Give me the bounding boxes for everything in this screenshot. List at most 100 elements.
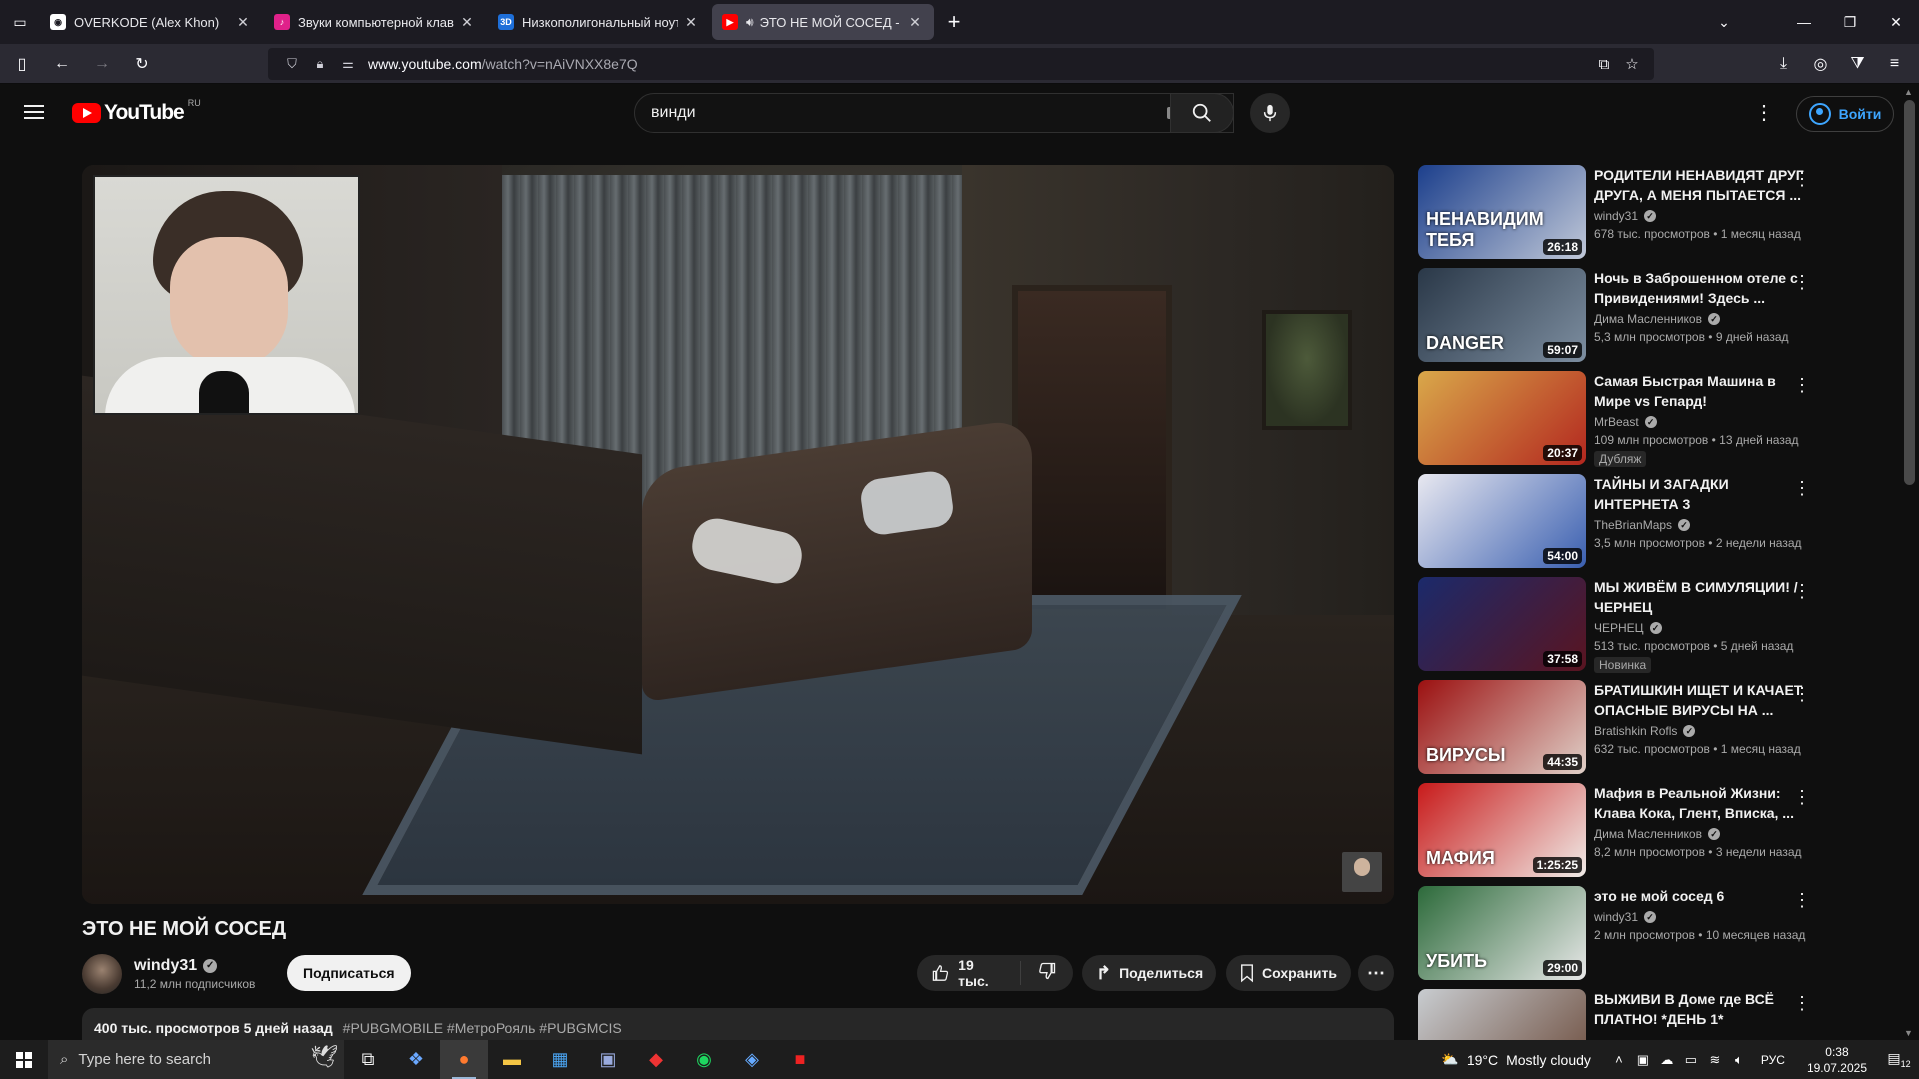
clock[interactable]: 0:38 19.07.2025 (1807, 1044, 1867, 1076)
new-tab-button[interactable]: + (936, 4, 972, 40)
like-button[interactable]: 19 тыс. (917, 957, 1021, 989)
picture-in-picture-icon[interactable]: ⧉ (1590, 56, 1618, 73)
restore-icon[interactable]: ❐ (1827, 0, 1873, 44)
search-input[interactable]: винди ✕ (634, 93, 1234, 133)
recommendation-item[interactable]: ДЕНЬ 1ВЫЖИВИ В Доме где ВСЁ ПЛАТНО! *ДЕН… (1418, 989, 1818, 1040)
browser-tab[interactable]: ♪ Звуки компьютерной клавиат✕ (264, 4, 486, 40)
recommendation-title[interactable]: Мафия в Реальной Жизни: Клава Кока, Глен… (1594, 783, 1804, 823)
video-thumbnail[interactable]: 20:37 (1418, 371, 1586, 465)
language-indicator[interactable]: РУС (1761, 1053, 1785, 1067)
recommendation-title[interactable]: ТАЙНЫ И ЗАГАДКИ ИНТЕРНЕТА 3 (1594, 474, 1804, 514)
more-vertical-icon[interactable]: ⋮ (1792, 684, 1812, 705)
url-bar[interactable]: ⛉ 🔒︎ ⚌ www.youtube.com/watch?v=nAiVNXX8e… (268, 48, 1654, 80)
recommendation-title[interactable]: МЫ ЖИВЁМ В СИМУЛЯЦИИ! / ЧЕРНЕЦ (1594, 577, 1804, 617)
close-tab-icon[interactable]: ✕ (682, 14, 700, 31)
page-scrollbar[interactable]: ▲ ▼ (1900, 85, 1919, 1040)
more-vertical-icon[interactable]: ⋮ (1792, 890, 1812, 911)
microsoft-store-icon[interactable]: ▦ (536, 1040, 584, 1079)
scrollbar-thumb[interactable] (1904, 100, 1915, 485)
recommendation-channel[interactable]: Bratishkin Rofls ✓ (1594, 724, 1804, 738)
weather-widget[interactable]: ⛅ 19°C Mostly cloudy (1441, 1051, 1591, 1068)
recommendation-channel[interactable]: windy31 ✓ (1594, 209, 1804, 223)
close-tab-icon[interactable]: ✕ (458, 14, 476, 31)
subscribe-button[interactable]: Подписаться (287, 955, 411, 991)
channel-name[interactable]: windy31 ✓ (134, 957, 255, 975)
video-thumbnail[interactable]: НЕНАВИДИМ ТЕБЯ 26:18 (1418, 165, 1586, 259)
recommendation-item[interactable]: 37:58 МЫ ЖИВЁМ В СИМУЛЯЦИИ! / ЧЕРНЕЦ ЧЕРНЕ… (1418, 577, 1818, 680)
video-thumbnail[interactable]: 54:00 (1418, 474, 1586, 568)
downloads-icon[interactable]: ⤓ (1765, 55, 1802, 73)
recommendation-title[interactable]: БРАТИШКИН ИЩЕТ И КАЧАЕТ ОПАСНЫЕ ВИРУСЫ Н… (1594, 680, 1804, 720)
voice-search-button[interactable] (1250, 93, 1290, 133)
firefox-icon[interactable]: ● (440, 1040, 488, 1079)
recommendation-channel[interactable]: windy31 ✓ (1594, 910, 1804, 924)
close-tab-icon[interactable]: ✕ (906, 14, 924, 31)
speaker-icon[interactable]: 🔊︎ (746, 15, 754, 30)
recommendation-item[interactable]: МАФИЯ 1:25:25 Мафия в Реальной Жизни: Клав… (1418, 783, 1818, 886)
recommendation-title[interactable]: Самая Быстрая Машина в Мире vs Гепард! (1594, 371, 1804, 411)
menu-icon[interactable]: ≡ (1876, 55, 1913, 73)
video-thumbnail[interactable]: УБИТЬ 29:00 (1418, 886, 1586, 980)
shield-icon[interactable]: ⛉ (278, 56, 306, 72)
more-vertical-icon[interactable]: ⋮ (1792, 581, 1812, 602)
recommendation-title[interactable]: РОДИТЕЛИ НЕНАВИДЯТ ДРУГ ДРУГА, А МЕНЯ ПЫ… (1594, 165, 1804, 205)
video-player[interactable] (82, 165, 1394, 904)
forward-arrow-icon[interactable]: → (84, 48, 120, 80)
recommendation-channel[interactable]: MrBeast ✓ (1594, 415, 1804, 429)
sidebar-toggle-icon[interactable]: ▯ (4, 48, 40, 80)
recommendation-title[interactable]: ВЫЖИВИ В Доме где ВСЁ ПЛАТНО! *ДЕНЬ 1* (1594, 989, 1804, 1029)
more-vertical-icon[interactable]: ⋮ (1792, 272, 1812, 293)
browser-tab[interactable]: ▶ 🔊︎ ЭТО НЕ МОЙ СОСЕД - You✕ (712, 4, 934, 40)
cloud-icon[interactable]: ☁ (1655, 1052, 1679, 1068)
share-button[interactable]: ↱ Поделиться (1082, 955, 1216, 991)
permissions-icon[interactable]: ⚌ (334, 56, 362, 72)
copilot-icon[interactable]: ❖ (392, 1040, 440, 1079)
search-query-text[interactable]: винди (651, 104, 1167, 122)
url-text[interactable]: www.youtube.com/watch?v=nAiVNXX8e7Q (368, 56, 638, 72)
more-vertical-icon[interactable]: ⋮ (1792, 993, 1812, 1014)
recommendation-item[interactable]: 20:37 Самая Быстрая Машина в Мире vs Гепа… (1418, 371, 1818, 474)
browser-tab[interactable]: ◉ OVERKODE (Alex Khon) ✕ (40, 4, 262, 40)
app-icon[interactable]: ▣ (584, 1040, 632, 1079)
recommendation-item[interactable]: DANGER 59:07 Ночь в Заброшенном отеле с Пр… (1418, 268, 1818, 371)
more-actions-button[interactable]: ⋯ (1358, 955, 1394, 991)
extensions-icon[interactable]: ⧩ (1839, 55, 1876, 73)
browser-tab[interactable]: 3D Низкополигональный ноутбук✕ (488, 4, 710, 40)
scroll-up-icon[interactable]: ▲ (1904, 87, 1913, 97)
account-icon[interactable]: ◎ (1802, 54, 1839, 74)
save-button[interactable]: Сохранить (1226, 955, 1351, 991)
recommendation-channel[interactable]: TheBrianMaps ✓ (1594, 518, 1804, 532)
bookmark-star-icon[interactable]: ☆ (1618, 55, 1646, 73)
video-thumbnail[interactable]: DANGER 59:07 (1418, 268, 1586, 362)
recommendation-item[interactable]: УБИТЬ 29:00 это не мой сосед 6 windy31 ✓ 2 мл… (1418, 886, 1818, 989)
file-explorer-icon[interactable]: ▬ (488, 1040, 536, 1079)
recommendation-item[interactable]: ВИРУСЫ 44:35 БРАТИШКИН ИЩЕТ И КАЧАЕТ ОПАСН… (1418, 680, 1818, 783)
recommendation-item[interactable]: НЕНАВИДИМ ТЕБЯ 26:18 РОДИТЕЛИ НЕНАВИДЯТ ДР… (1418, 165, 1818, 268)
dislike-button[interactable] (1021, 961, 1073, 986)
settings-kebab-icon[interactable]: ⋮ (1752, 101, 1776, 125)
tray-app-icon[interactable]: ▣ (1631, 1052, 1655, 1068)
recommendation-channel[interactable]: Дима Масленников ✓ (1594, 827, 1804, 841)
taskbar-search-input[interactable]: ⌕ Type here to search 🕊︎ (48, 1040, 344, 1079)
app-icon[interactable]: ◈ (728, 1040, 776, 1079)
hashtags[interactable]: #PUBGMOBILE #МетроРояль #PUBGMCIS (343, 1020, 622, 1036)
youtube-logo[interactable]: YouTube RU (72, 98, 201, 125)
channel-watermark[interactable] (1342, 852, 1382, 892)
search-button[interactable] (1170, 93, 1234, 133)
spotify-icon[interactable]: ◉ (680, 1040, 728, 1079)
lock-icon[interactable]: 🔒︎ (306, 56, 334, 72)
battery-icon[interactable]: ▭ (1679, 1052, 1703, 1068)
recommendation-title[interactable]: Ночь в Заброшенном отеле с Привидениями!… (1594, 268, 1804, 308)
video-thumbnail[interactable]: ВИРУСЫ 44:35 (1418, 680, 1586, 774)
wifi-icon[interactable]: ≋ (1703, 1052, 1727, 1068)
more-vertical-icon[interactable]: ⋮ (1792, 169, 1812, 190)
video-thumbnail[interactable]: 37:58 (1418, 577, 1586, 671)
more-vertical-icon[interactable]: ⋮ (1792, 375, 1812, 396)
notification-center-icon[interactable]: ▤12 (1879, 1050, 1919, 1069)
video-thumbnail[interactable]: ДЕНЬ 1 (1418, 989, 1586, 1040)
chevron-down-icon[interactable]: ⌄ (1708, 6, 1740, 38)
close-tab-icon[interactable]: ✕ (234, 14, 252, 31)
recommendation-item[interactable]: 54:00 ТАЙНЫ И ЗАГАДКИ ИНТЕРНЕТА 3 TheBrian… (1418, 474, 1818, 577)
sign-in-button[interactable]: Войти (1796, 96, 1894, 132)
scroll-down-icon[interactable]: ▼ (1904, 1028, 1913, 1038)
